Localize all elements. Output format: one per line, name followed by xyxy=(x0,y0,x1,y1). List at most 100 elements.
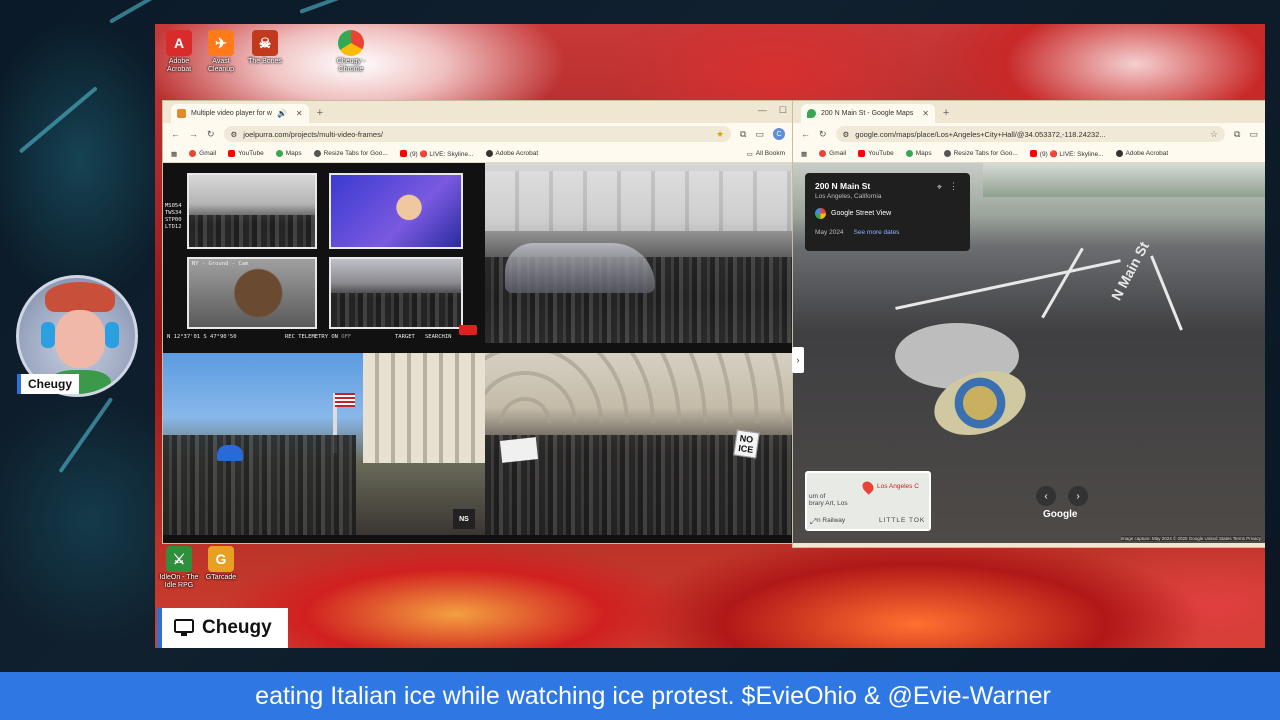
site-info-icon[interactable]: ⚙ xyxy=(843,130,850,139)
forward-icon[interactable]: → xyxy=(189,129,198,139)
bookmark-label: Adobe Acrobat xyxy=(1125,150,1169,157)
location-pin-icon[interactable]: ⌖ xyxy=(937,182,942,193)
video-player-browser-window[interactable]: Multiple video player for w 🔊 ✕ + — ☐ ← … xyxy=(162,100,794,544)
bookmark-adobe-acrobat[interactable]: Adobe Acrobat xyxy=(1115,150,1169,157)
address-bar[interactable]: ⚙ joelpurra.com/projects/multi-video-fra… xyxy=(223,126,732,142)
extensions-icon[interactable]: ⧉ xyxy=(1234,129,1240,140)
audio-playing-icon[interactable]: 🔊 xyxy=(277,109,287,118)
cowboy-hat xyxy=(45,282,115,312)
apps-grid-icon[interactable]: ▦ xyxy=(801,150,807,158)
desktop-icon-the-bones[interactable]: ☠ The Bones xyxy=(241,30,289,66)
street-view-minimap[interactable]: Los Angeles C um of brary Art, Los n Rai… xyxy=(805,471,931,531)
bookmark-label: YouTube xyxy=(238,150,264,157)
more-options-icon[interactable]: ⋮ xyxy=(949,181,958,192)
tab-title: Multiple video player for w xyxy=(191,110,272,117)
minimize-icon[interactable]: — xyxy=(758,105,767,116)
bookmark-resize-tabs[interactable]: Resize Tabs for Goo... xyxy=(313,150,388,157)
back-icon[interactable]: ← xyxy=(801,129,810,139)
bookmark-label: Resize Tabs for Goo... xyxy=(323,150,388,157)
globe-icon xyxy=(313,150,321,157)
browser-tab-google-maps[interactable]: 200 N Main St - Google Maps ✕ xyxy=(801,104,935,123)
next-image-icon[interactable]: › xyxy=(1068,486,1088,506)
cast-icon[interactable]: ▭ xyxy=(755,129,764,140)
hud-panel-aerial xyxy=(329,257,463,329)
bookmark-star-icon[interactable]: ★ xyxy=(716,129,724,140)
new-tab-button[interactable]: + xyxy=(317,104,323,123)
video-frame-building-protest[interactable] xyxy=(485,163,793,343)
site-info-icon[interactable]: ⚙ xyxy=(231,130,238,139)
browser-tab-video-player[interactable]: Multiple video player for w 🔊 ✕ xyxy=(171,104,309,123)
bookmark-youtube[interactable]: YouTube xyxy=(858,150,894,157)
desktop-icon-avast-cleanup[interactable]: ✈ Avast Cleanup xyxy=(197,30,245,74)
minimap-place-label: Los Angeles C xyxy=(877,483,919,490)
bookmark-gmail[interactable]: Gmail xyxy=(819,150,846,157)
browser-titlebar: Multiple video player for w 🔊 ✕ + — ☐ xyxy=(163,101,793,123)
google-logo: Google xyxy=(1043,509,1078,520)
bookmark-label: (9) 🔴 LIVE: Skyline... xyxy=(1039,150,1104,158)
desktop-icon-gtarcade[interactable]: G GTarcade xyxy=(197,546,245,582)
youtube-icon xyxy=(858,150,866,157)
hud-coordinates: N 12°37'01 S 47°90'50 xyxy=(167,334,237,340)
cast-icon[interactable]: ▭ xyxy=(1249,129,1258,140)
bookmark-resize-tabs[interactable]: Resize Tabs for Goo... xyxy=(943,150,1018,157)
bookmark-label: Gmail xyxy=(829,150,847,157)
road-line xyxy=(1150,255,1183,331)
desktop-icon-chrome[interactable]: Cheugy - Chrome xyxy=(327,30,375,74)
maps-icon xyxy=(275,150,283,157)
maximize-icon[interactable]: ☐ xyxy=(779,105,787,116)
city-hall-columns xyxy=(363,353,485,463)
reload-icon[interactable]: ↻ xyxy=(207,129,215,140)
close-tab-icon[interactable]: ✕ xyxy=(922,109,929,118)
desktop-icon-acrobat[interactable]: A Adobe Acrobat xyxy=(155,30,203,74)
hud-left-readout: MS054 TWS34 STP00 LTD12 xyxy=(165,203,182,230)
bookmark-maps[interactable]: Maps xyxy=(275,150,302,157)
desktop-icon-idleon[interactable]: ⚔ IdleOn - The Idle RPG xyxy=(155,546,203,590)
protest-sign-blank xyxy=(499,437,539,463)
bookmark-label: All Bookm xyxy=(755,150,785,157)
extensions-icon[interactable]: ⧉ xyxy=(740,129,746,140)
hud-cam-label: NY - Ground - Cam xyxy=(192,261,249,267)
headphone-icon xyxy=(41,322,55,348)
street-view-canvas[interactable]: N Main St 200 N Main St Los Angeles, Cal… xyxy=(793,163,1265,543)
browser-toolbar: ← ↻ ⚙ google.com/maps/place/Los+Angeles+… xyxy=(793,123,1265,145)
previous-image-icon[interactable]: ‹ xyxy=(1036,486,1056,506)
bookmark-gmail[interactable]: Gmail xyxy=(189,150,216,157)
card-service: Google Street View xyxy=(815,208,960,219)
hud-telemetry-label: REC TELEMETRY ON xyxy=(285,334,338,340)
collapse-panel-chevron-icon[interactable]: › xyxy=(792,347,804,373)
bookmark-adobe-acrobat[interactable]: Adobe Acrobat xyxy=(485,150,538,157)
see-more-dates-link[interactable]: See more dates xyxy=(854,229,900,236)
reload-icon[interactable]: ↻ xyxy=(819,129,827,140)
profile-avatar[interactable]: C xyxy=(773,128,785,140)
us-flag xyxy=(335,393,355,407)
map-pin-icon xyxy=(860,479,876,495)
desktop-icon-label: Cheugy - Chrome xyxy=(336,58,366,73)
video-frame-courtyard-protest[interactable]: NO ICE xyxy=(485,353,793,535)
new-tab-button[interactable]: + xyxy=(943,104,949,123)
desktop-icon-label: GTarcade xyxy=(205,574,237,581)
all-bookmarks[interactable]: ▭ All Bookm xyxy=(747,150,785,158)
video-frame-city-hall-steps[interactable]: NS xyxy=(163,353,485,535)
bookmark-live-skyline[interactable]: (9) 🔴 LIVE: Skyline... xyxy=(1029,150,1104,158)
video-frame-news-hud[interactable]: NY - Ground - Cam MS054 TWS34 STP00 LTD1… xyxy=(163,163,485,343)
youtube-logo-icon xyxy=(459,325,477,335)
minimap-museum-label: um of brary Art, Los xyxy=(809,493,848,507)
card-date-row: May 2024 See more dates xyxy=(815,229,960,236)
address-bar[interactable]: ⚙ google.com/maps/place/Los+Angeles+City… xyxy=(835,126,1226,142)
apps-grid-icon[interactable]: ▦ xyxy=(171,150,177,158)
card-date: May 2024 xyxy=(815,229,844,236)
youtube-icon xyxy=(399,150,407,157)
google-maps-browser-window[interactable]: 200 N Main St - Google Maps ✕ + ← ↻ ⚙ go… xyxy=(792,100,1265,548)
bookmark-star-icon[interactable]: ☆ xyxy=(1210,129,1218,140)
close-tab-icon[interactable]: ✕ xyxy=(296,109,303,118)
expand-map-icon[interactable]: ⤢ xyxy=(810,517,816,527)
avatar-name-label: Cheugy xyxy=(17,374,79,394)
avast-cleanup-icon: ✈ xyxy=(208,30,234,56)
bookmark-maps[interactable]: Maps xyxy=(905,150,932,157)
bookmark-live-skyline[interactable]: (9) 🔴 LIVE: Skyline... xyxy=(399,150,474,158)
building-facade xyxy=(485,171,793,231)
bookmark-youtube[interactable]: YouTube xyxy=(228,150,264,157)
back-icon[interactable]: ← xyxy=(171,129,180,139)
camera-name-text: Cheugy xyxy=(202,617,272,638)
desktop-icon-label: Avast Cleanup xyxy=(207,58,235,73)
